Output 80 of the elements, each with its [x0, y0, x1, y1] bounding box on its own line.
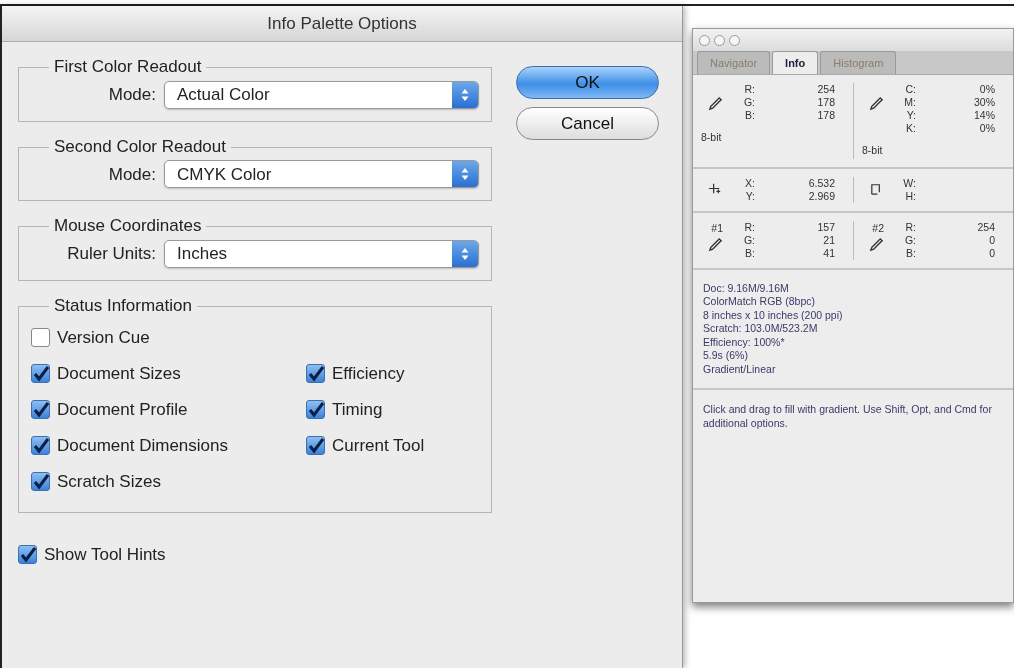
readout-label: G: — [742, 233, 755, 247]
bit-depth-label: 8-bit — [862, 143, 884, 158]
dropdown-field[interactable]: CMYK Color — [164, 160, 479, 189]
readout-value: 2.969 — [807, 189, 836, 203]
checkbox-label: Timing — [332, 399, 383, 421]
readout-label: W: — [902, 176, 916, 190]
readout-value: 41 — [822, 246, 836, 260]
readout-value: 14% — [973, 109, 996, 122]
checkbox-label: Version Cue — [57, 327, 150, 349]
cancel-button[interactable]: Cancel — [516, 107, 659, 140]
readout-value: 157 — [816, 220, 836, 234]
checkbox[interactable] — [306, 436, 325, 456]
dropdown-field[interactable]: Actual Color — [164, 80, 479, 109]
readout-label: R: — [904, 220, 916, 234]
eyedropper-icon — [708, 236, 723, 252]
eyedropper-icon — [708, 96, 723, 111]
readout-label: Y: — [905, 109, 916, 122]
checkbox[interactable] — [31, 364, 50, 384]
readout-value: 178 — [816, 109, 836, 122]
readout-value: 6.532 — [807, 176, 836, 190]
checkbox-label: Efficiency — [332, 363, 405, 385]
checkbox-label: Show Tool Hints — [44, 544, 166, 566]
field-label: Mode: — [108, 83, 156, 106]
group-title: First Color Readout — [53, 58, 203, 77]
checkbox-label: Scratch Sizes — [57, 471, 161, 493]
checkbox-label: Current Tool — [332, 435, 425, 457]
checkbox[interactable] — [31, 472, 50, 492]
readout-label: K: — [905, 122, 916, 135]
checkbox[interactable] — [18, 545, 37, 565]
status-line: Scratch: 103.0M/523.2M — [703, 322, 819, 336]
readout-label: X: — [744, 176, 755, 190]
checkbox[interactable] — [306, 400, 325, 420]
readout-value: 0 — [988, 233, 996, 247]
group-title: Second Color Readout — [53, 137, 227, 157]
dialog-title: Info Palette Options — [2, 6, 682, 42]
group-title: Mouse Coordinates — [53, 217, 203, 237]
readout-label: H: — [904, 189, 916, 203]
readout-value: 0% — [978, 122, 996, 135]
readout-label: G: — [742, 96, 755, 109]
readout-label: M: — [903, 96, 916, 109]
checkbox-label: Document Profile — [57, 399, 188, 421]
readout-label: B: — [905, 246, 916, 260]
palette-tab[interactable]: Info — [772, 50, 819, 74]
field-label: Mode: — [108, 163, 156, 186]
bit-depth-label: 8-bit — [701, 130, 723, 145]
readout-value: 178 — [816, 96, 836, 109]
status-line: 5.9s (6%) — [703, 349, 749, 363]
status-line: Efficiency: 100%* — [703, 335, 786, 350]
readout-value: 0 — [988, 246, 996, 260]
checkbox[interactable] — [306, 364, 325, 384]
readout-value: 254 — [976, 220, 996, 234]
readout-label: C: — [904, 83, 916, 96]
readout-label: G: — [903, 233, 916, 247]
eyedropper-icon — [869, 236, 884, 252]
group-title: Status Information — [53, 297, 193, 316]
field-label: Ruler Units: — [67, 243, 156, 266]
status-line: 8 inches x 10 inches (200 ppi) — [703, 308, 844, 323]
checkbox-label: Document Dimensions — [57, 435, 228, 457]
checkbox[interactable] — [31, 328, 50, 348]
tool-hint-text: Click and drag to fill with gradient. Use Shift, Opt, and Cmd for additional options. — [702, 402, 993, 432]
readout-label: Y: — [744, 189, 755, 203]
readout-value: 30% — [973, 96, 996, 109]
readout-value: 21 — [822, 233, 836, 247]
eyedropper-icon — [869, 96, 884, 111]
sampler-number: #1 — [711, 220, 723, 236]
readout-label: R: — [743, 83, 755, 96]
status-line: Gradient/Linear — [703, 362, 777, 377]
checkbox-label: Document Sizes — [57, 363, 181, 385]
readout-value: 254 — [816, 83, 836, 96]
ok-button[interactable]: OK — [516, 66, 659, 99]
readout-label: R: — [743, 220, 755, 234]
checkbox[interactable] — [31, 400, 50, 420]
checkbox[interactable] — [31, 436, 50, 456]
dropdown-field[interactable]: Inches — [164, 240, 479, 269]
readout-label: B: — [744, 246, 755, 260]
status-line: ColorMatch RGB (8bpc) — [703, 295, 817, 309]
readout-label: B: — [744, 109, 755, 122]
status-line: Doc: 9.16M/9.16M — [703, 281, 790, 296]
sampler-number: #2 — [872, 220, 884, 236]
readout-value: 0% — [978, 83, 996, 96]
